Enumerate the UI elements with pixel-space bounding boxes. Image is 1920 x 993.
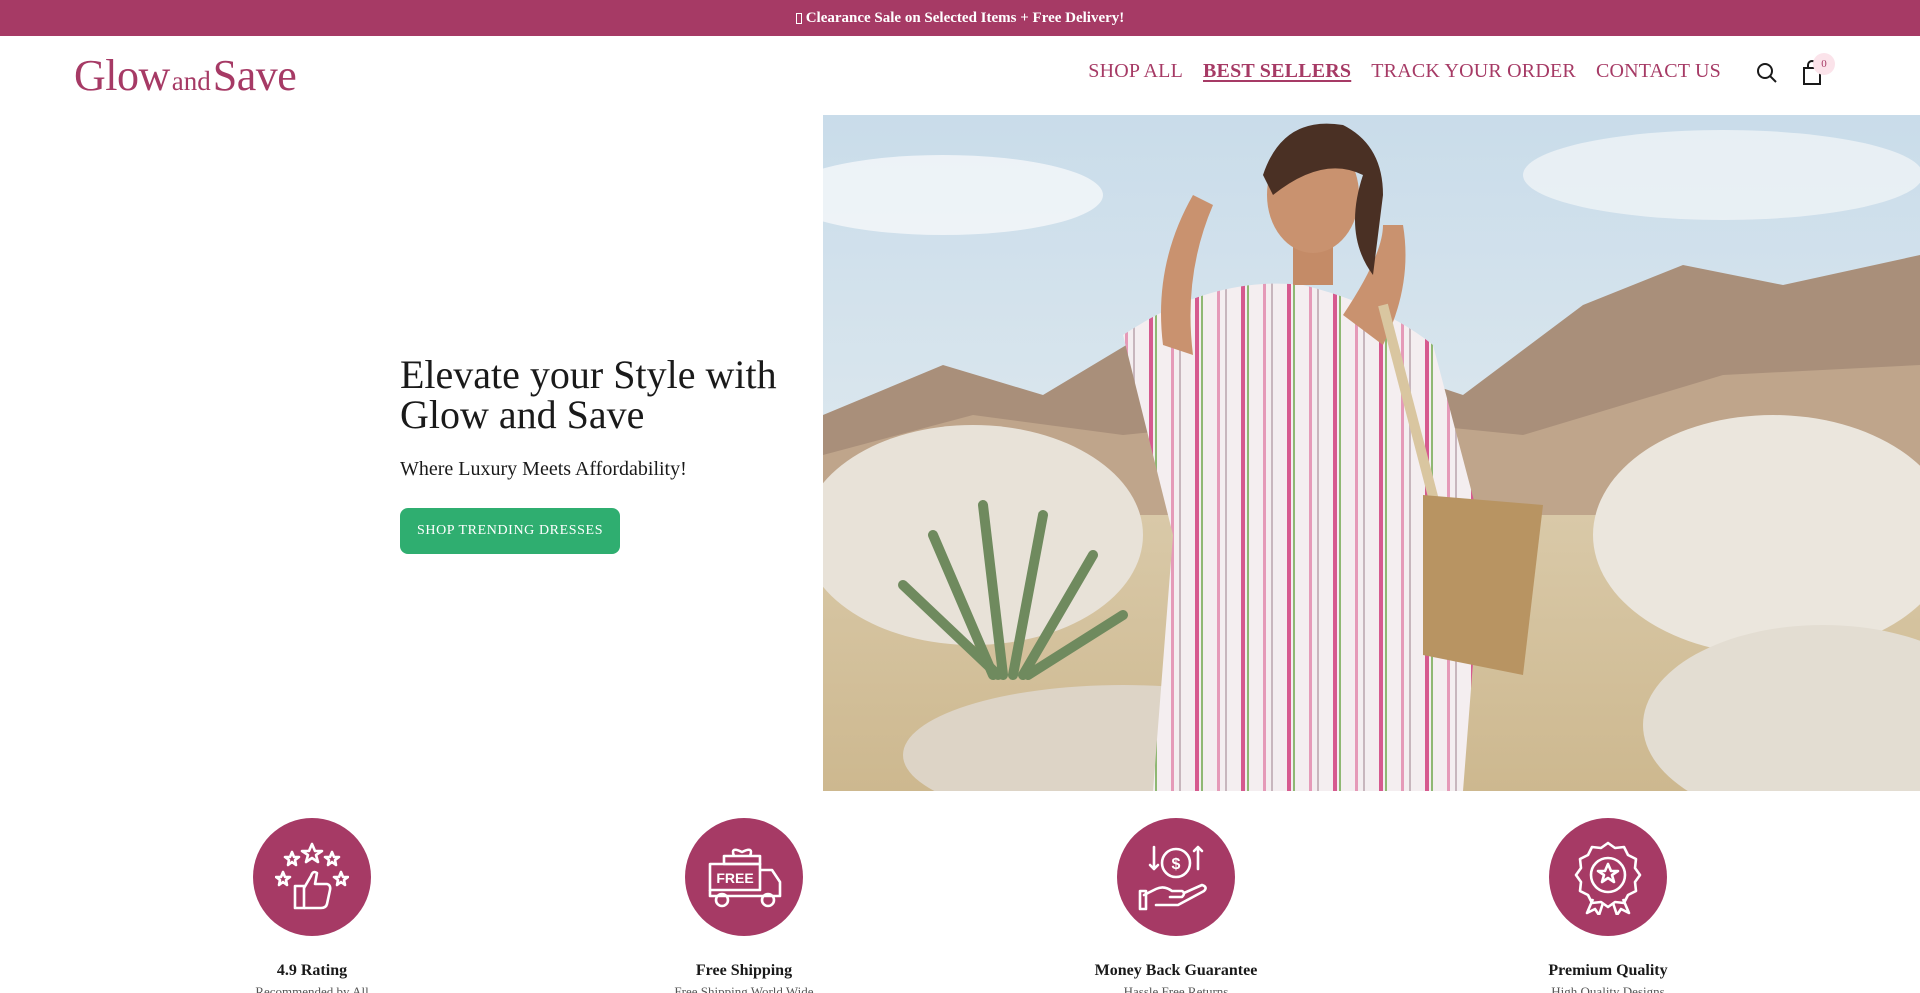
nav-track-your-order[interactable]: TRACK YOUR ORDER bbox=[1371, 60, 1576, 83]
quality-badge-icon bbox=[1574, 841, 1642, 915]
features-row: 4.9 Rating Recommended by All FREE Free … bbox=[0, 818, 1920, 993]
money-back-icon-circle: $ bbox=[1117, 818, 1235, 936]
hero-content: Elevate your Style with Glow and Save Wh… bbox=[400, 355, 820, 554]
logo-word-and: and bbox=[171, 66, 211, 96]
nav-contact-us[interactable]: CONTACT US bbox=[1596, 60, 1721, 83]
missing-glyph-icon bbox=[795, 12, 802, 24]
main-nav: SHOP ALL BEST SELLERS TRACK YOUR ORDER C… bbox=[1088, 60, 1721, 83]
search-icon bbox=[1757, 63, 1777, 83]
feature-rating: 4.9 Rating Recommended by All bbox=[172, 818, 452, 993]
feature-title: Premium Quality bbox=[1548, 962, 1668, 979]
nav-best-sellers[interactable]: BEST SELLERS bbox=[1203, 60, 1351, 83]
shop-trending-dresses-button[interactable]: SHOP TRENDING DRESSES bbox=[400, 508, 621, 554]
feature-title: 4.9 Rating bbox=[276, 962, 348, 979]
logo-word-save: Save bbox=[212, 51, 297, 100]
site-logo[interactable]: Glow and Save bbox=[74, 50, 297, 100]
feature-premium-quality: Premium Quality High Quality Designs bbox=[1468, 818, 1748, 993]
feature-subtitle: Free Shipping World Wide bbox=[674, 984, 814, 993]
free-delivery-truck-icon: FREE bbox=[708, 848, 782, 908]
hero-photo-illustration bbox=[823, 115, 1920, 791]
rating-icon-circle bbox=[253, 818, 371, 936]
feature-free-shipping: FREE Free Shipping Free Shipping World W… bbox=[604, 818, 884, 993]
money-back-hand-icon: $ bbox=[1138, 845, 1207, 911]
announcement-bar: Clearance Sale on Selected Items + Free … bbox=[0, 0, 1920, 36]
hero-title: Elevate your Style with Glow and Save bbox=[400, 352, 777, 437]
feature-money-back: $ Money Back Guarantee Hassle Free Retur… bbox=[1036, 818, 1316, 993]
quality-icon-circle bbox=[1549, 818, 1667, 936]
feature-subtitle: Hassle Free Returns bbox=[1123, 984, 1229, 993]
site-header: Glow and Save SHOP ALL BEST SELLERS TRAC… bbox=[0, 36, 1920, 115]
feature-title: Free Shipping bbox=[695, 962, 793, 979]
rating-thumbs-up-icon bbox=[275, 842, 349, 910]
svg-text:$: $ bbox=[1172, 856, 1181, 873]
hero-subtitle: Where Luxury Meets Affordability! bbox=[400, 458, 687, 480]
cart-count-badge: 0 bbox=[1813, 53, 1835, 75]
hero-image bbox=[823, 115, 1920, 791]
announcement-text: Clearance Sale on Selected Items + Free … bbox=[805, 9, 1125, 26]
logo-word-glow: Glow bbox=[74, 51, 170, 100]
feature-subtitle: High Quality Designs bbox=[1551, 984, 1665, 993]
nav-shop-all[interactable]: SHOP ALL bbox=[1088, 60, 1183, 83]
feature-subtitle: Recommended by All bbox=[255, 984, 369, 993]
shipping-icon-circle: FREE bbox=[685, 818, 803, 936]
svg-text:FREE: FREE bbox=[716, 870, 753, 886]
feature-title: Money Back Guarantee bbox=[1094, 962, 1258, 979]
search-button[interactable] bbox=[1752, 58, 1782, 88]
